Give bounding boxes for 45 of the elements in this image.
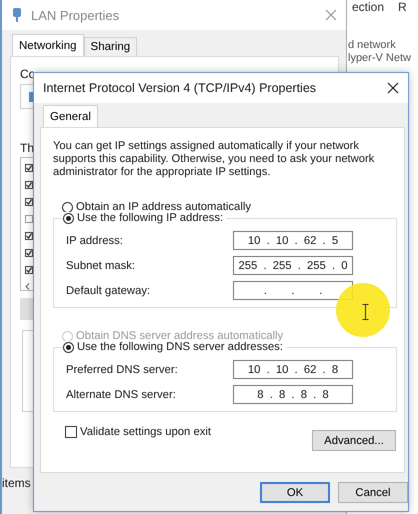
ok-button[interactable]: OK bbox=[260, 482, 330, 503]
field-label: Preferred DNS server: bbox=[66, 364, 178, 376]
chevron-left-icon bbox=[25, 282, 30, 290]
check-icon bbox=[26, 250, 32, 256]
checkbox[interactable] bbox=[25, 164, 33, 172]
checkbox[interactable] bbox=[25, 248, 33, 257]
check-icon bbox=[26, 199, 32, 205]
ip-address-field[interactable]: 255 . 255 . 255 . 0 bbox=[233, 256, 353, 275]
close-icon bbox=[325, 9, 337, 21]
advanced-button[interactable]: Advanced... bbox=[312, 430, 396, 451]
field-label: Default gateway: bbox=[66, 284, 150, 296]
checkbox[interactable] bbox=[25, 215, 33, 223]
description-text: items bbox=[2, 475, 32, 490]
cursor-highlight-overlay bbox=[335, 282, 391, 338]
window-title: Internet Protocol Version 4 (TCP/IPv4) Properties bbox=[43, 81, 318, 95]
check-icon bbox=[26, 232, 32, 239]
tab[interactable]: Sharing bbox=[84, 37, 138, 56]
radio-option[interactable]: Use the following IP address: bbox=[63, 212, 226, 224]
column-header: R bbox=[398, 0, 407, 14]
connection-text: d network bbox=[348, 39, 397, 51]
radio-option[interactable]: Use the following DNS server addresses: bbox=[63, 341, 286, 353]
field-label: Subnet mask: bbox=[66, 260, 136, 272]
check-icon bbox=[26, 165, 32, 171]
ip-address-field[interactable]: 8 . 8 . 8 . 8 bbox=[233, 385, 353, 404]
connection-text: lyper-V Netw bbox=[348, 52, 412, 64]
window-title: LAN Properties bbox=[31, 8, 120, 22]
check-icon bbox=[26, 266, 32, 273]
check-icon bbox=[26, 182, 32, 188]
network-adapter-icon bbox=[12, 7, 22, 23]
checkbox[interactable] bbox=[25, 181, 33, 189]
cancel-button[interactable]: Cancel bbox=[338, 482, 408, 503]
field-label: Alternate DNS server: bbox=[66, 388, 176, 400]
column-header: ection bbox=[352, 0, 384, 14]
field-label: IP address: bbox=[66, 234, 123, 246]
validate-checkbox[interactable]: Validate settings upon exit bbox=[65, 426, 212, 438]
ip-address-field[interactable]: 10 . 10 . 62 . 5 bbox=[233, 231, 353, 250]
tab[interactable]: Networking bbox=[12, 34, 84, 56]
text-cursor-icon bbox=[362, 304, 369, 320]
checkbox[interactable] bbox=[25, 198, 33, 206]
tab[interactable]: General bbox=[43, 105, 98, 127]
instruction-text: You can get IP settings assigned automatically if your network supports this capability. Otherwise, you need to ask your network administrator for the appropriate IP settings. bbox=[53, 140, 376, 179]
checkbox[interactable] bbox=[25, 266, 33, 274]
close-icon bbox=[387, 82, 399, 94]
checkbox[interactable] bbox=[25, 232, 33, 240]
ip-address-field[interactable]: 10 . 10 . 62 . 8 bbox=[233, 360, 353, 379]
